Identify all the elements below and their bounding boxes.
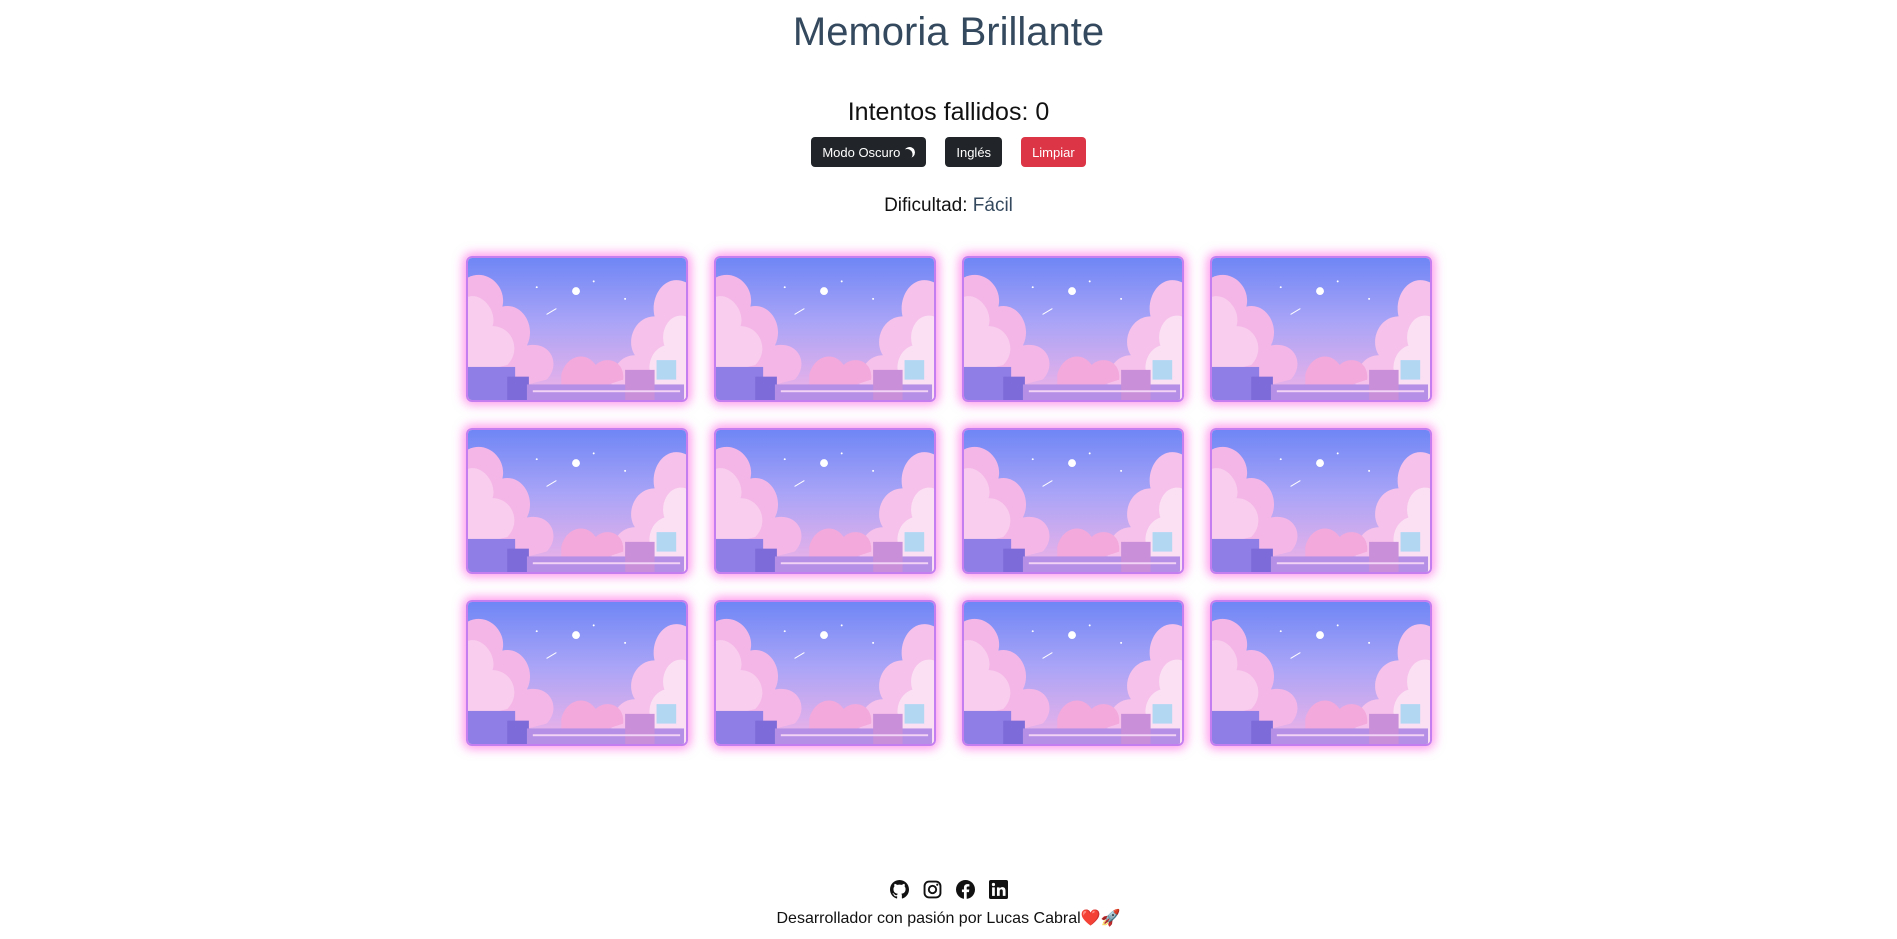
memory-card[interactable] [714,428,936,574]
card-back-image [716,430,934,572]
language-label: Inglés [956,144,992,160]
facebook-icon[interactable] [955,880,975,899]
clear-label: Limpiar [1032,144,1075,160]
page-title: Memoria Brillante [792,10,1105,54]
memory-card[interactable] [466,600,688,746]
memory-card[interactable] [962,428,1184,574]
difficulty-label: Dificultad: [884,195,968,216]
failed-attempts-count: 0 [1035,98,1050,126]
difficulty-level: Fácil [972,195,1013,216]
card-back-image [964,430,1182,572]
memory-card[interactable] [962,256,1184,402]
failed-attempts-label: Intentos fallidos: [847,98,1029,126]
toolbar: Modo Oscuro Inglés Limpiar [0,137,1897,167]
card-back-image [716,258,934,400]
card-back-image [468,258,686,400]
card-back-image [964,602,1182,744]
card-back-image [1212,258,1430,400]
card-back-image [468,602,686,744]
github-icon[interactable] [889,880,909,899]
clear-button[interactable]: Limpiar [1021,137,1086,167]
heart-icon: ❤️ [1080,910,1101,927]
card-back-image [1212,602,1430,744]
memory-card[interactable] [1210,428,1432,574]
memory-card[interactable] [714,600,936,746]
difficulty: Dificultad: Fácil [0,195,1897,217]
card-back-image [468,430,686,572]
language-button[interactable]: Inglés [945,137,1003,167]
memory-card[interactable] [466,256,688,402]
linkedin-icon[interactable] [988,880,1008,899]
memory-card[interactable] [1210,256,1432,402]
memory-card[interactable] [466,428,688,574]
card-grid [466,256,1432,746]
memory-card[interactable] [1210,600,1432,746]
memory-card[interactable] [962,600,1184,746]
card-back-image [716,602,934,744]
footer-credit-text: Desarrollador con pasión por Lucas Cabra… [776,910,1081,927]
footer-credit: Desarrollador con pasión por Lucas Cabra… [0,908,1897,928]
social-links [0,880,1897,899]
memory-card[interactable] [714,256,936,402]
dark-mode-label: Modo Oscuro [822,144,901,160]
moon-icon [903,145,917,159]
card-back-image [964,258,1182,400]
instagram-icon[interactable] [923,880,942,899]
rocket-icon: 🚀 [1100,910,1121,927]
failed-attempts: Intentos fallidos: 0 [0,98,1897,127]
dark-mode-button[interactable]: Modo Oscuro [811,137,927,167]
card-back-image [1212,430,1430,572]
memory-game-page: Memoria Brillante Intentos fallidos: 0 M… [0,0,1897,939]
